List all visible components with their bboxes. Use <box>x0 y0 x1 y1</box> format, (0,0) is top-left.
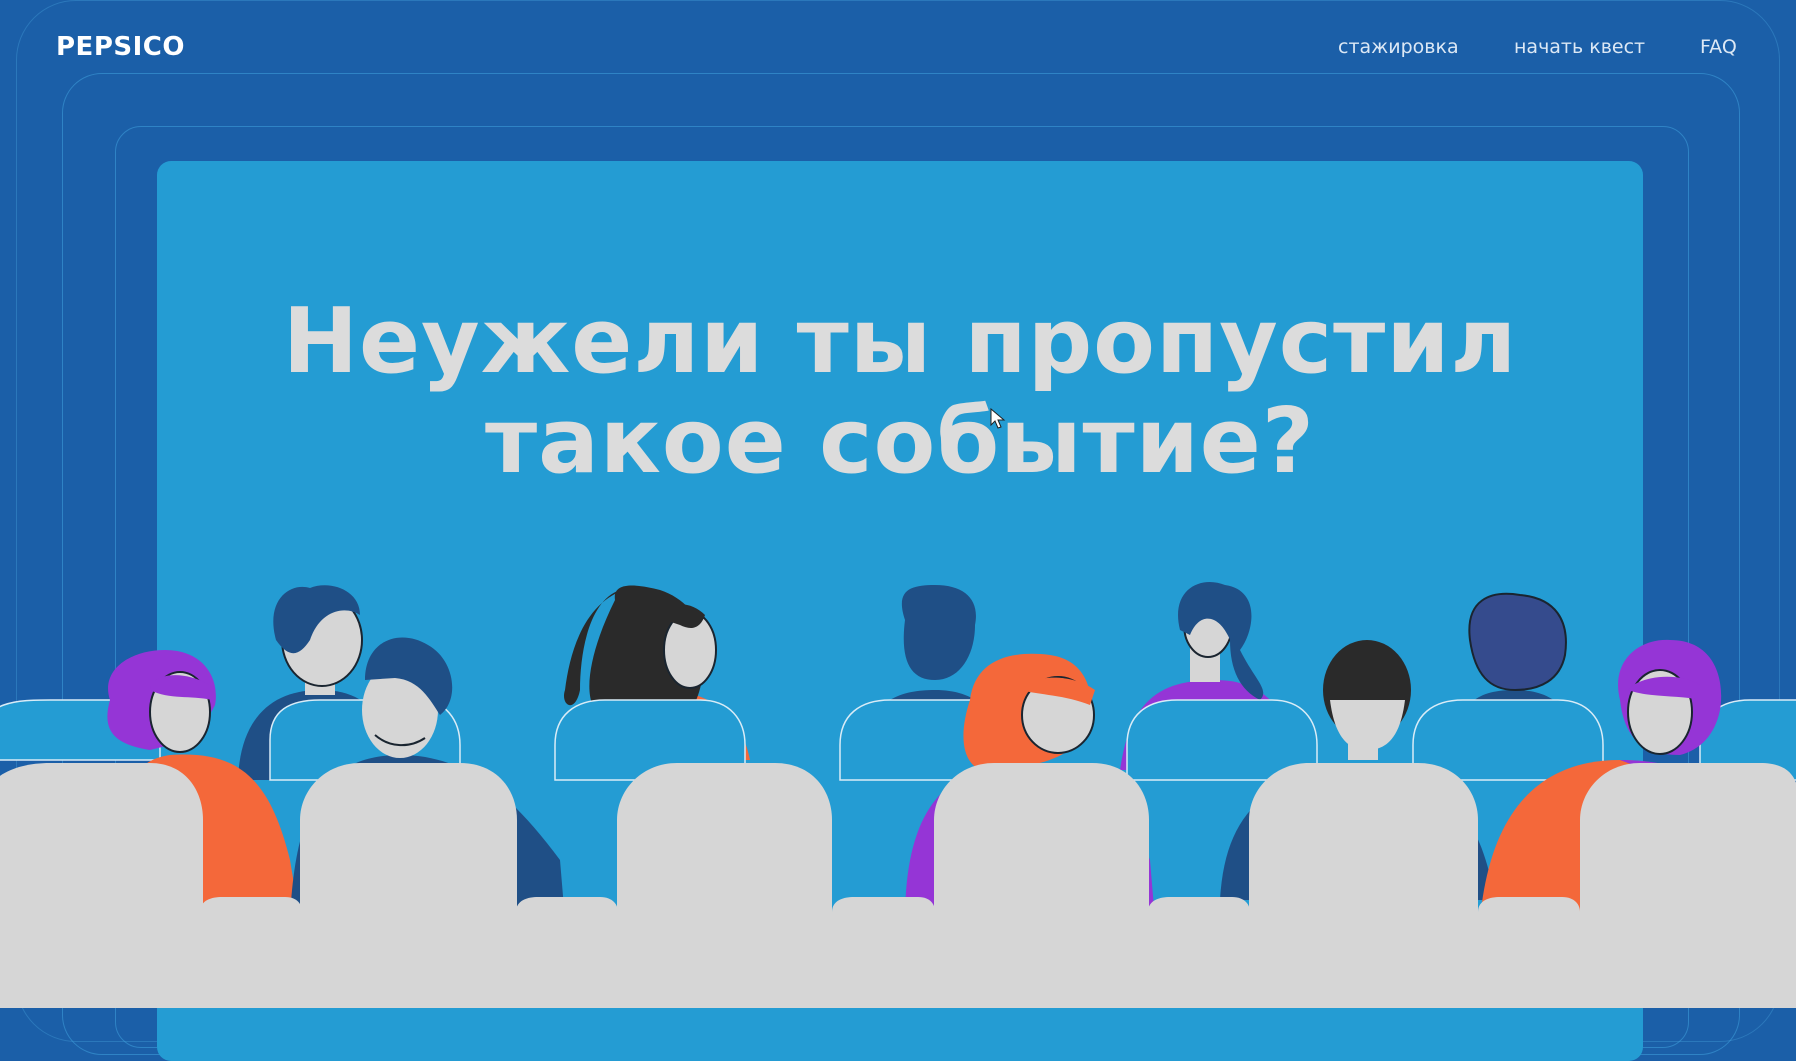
audience-illustration <box>0 582 1796 1008</box>
mouse-cursor-icon <box>990 408 1006 429</box>
